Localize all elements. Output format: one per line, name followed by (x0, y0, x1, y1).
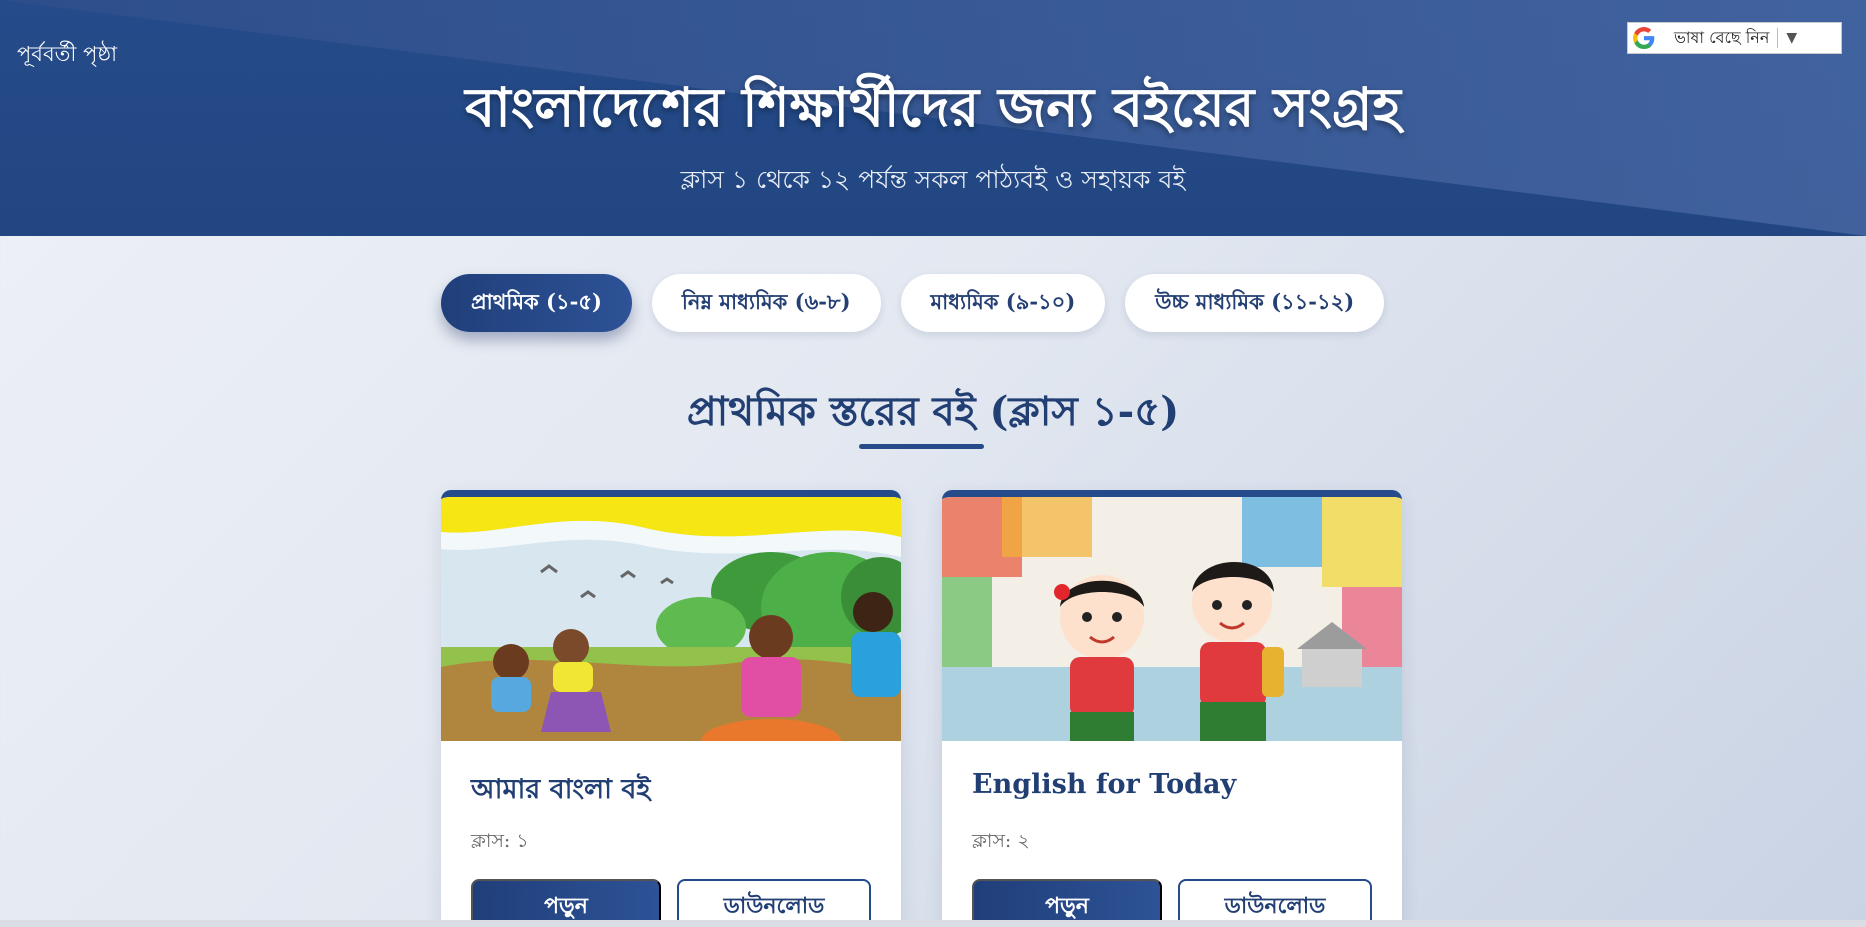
page-subtitle: ক্লাস ১ থেকে ১২ পর্যন্ত সকল পাঠ্যবই ও সহ… (680, 165, 1186, 194)
book-class-label: ক্লাস: ১ (471, 830, 529, 852)
book-card: আমার বাংলা বই ক্লাস: ১ পড়ুন ডাউনলোড (441, 490, 901, 927)
tab-primary[interactable]: প্রাথমিক (১-৫) (441, 274, 632, 332)
book-cover-illustration (441, 497, 901, 741)
page-title: বাংলাদেশের শিক্ষার্থীদের জন্য বইয়ের সংগ… (465, 75, 1401, 139)
page-header: পূর্ববর্তী পৃষ্ঠা ভাষা বেছে নিন ▼ বাংলাদ… (0, 0, 1866, 236)
book-card-body: আমার বাংলা বই ক্লাস: ১ পড়ুন ডাউনলোড (441, 741, 901, 927)
book-card: English for Today ক্লাস: ২ পড়ুন ডাউনলোড (942, 490, 1402, 927)
tab-secondary[interactable]: মাধ্যমিক (৯-১০) (900, 274, 1106, 332)
book-cover-illustration (942, 497, 1402, 741)
tab-lower-secondary[interactable]: নিম্ন মাধ্যমিক (৬-৮) (651, 274, 881, 332)
chevron-down-icon: ▼ (1786, 30, 1798, 46)
book-cover-image[interactable] (942, 497, 1402, 741)
book-card-body: English for Today ক্লাস: ২ পড়ুন ডাউনলোড (942, 741, 1402, 927)
book-class-label: ক্লাস: ২ (972, 830, 1030, 852)
google-g-icon (1632, 26, 1656, 50)
level-tabs: প্রাথমিক (১-৫) নিম্ন মাধ্যমিক (৬-৮) মাধ্… (441, 274, 1385, 336)
language-selector[interactable]: ভাষা বেছে নিন ▼ (1627, 22, 1842, 54)
tab-higher-secondary[interactable]: উচ্চ মাধ্যমিক (১১-১২) (1125, 274, 1385, 332)
section-title-underline (859, 444, 984, 449)
book-title: আমার বাংলা বই (471, 774, 651, 805)
language-selector-label: ভাষা বেছে নিন (1674, 28, 1779, 48)
section-title: প্রাথমিক স্তরের বই (ক্লাস ১-৫) (686, 388, 1180, 435)
book-title: English for Today (972, 769, 1237, 800)
book-cover-image[interactable] (441, 497, 901, 741)
horizontal-scrollbar-track[interactable] (0, 920, 1866, 927)
